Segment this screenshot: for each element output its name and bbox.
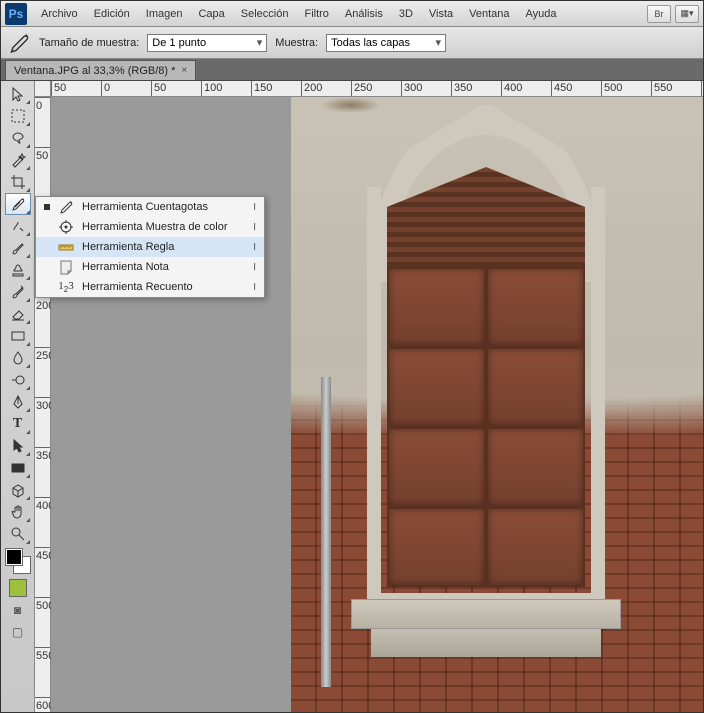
dodge-tool[interactable] (5, 369, 31, 391)
type-tool[interactable]: T (5, 413, 31, 435)
bridge-button[interactable]: Br (647, 5, 671, 23)
sample-size-label: Tamaño de muestra: (39, 37, 139, 49)
ps-logo-icon: Ps (5, 3, 27, 25)
eraser-tool[interactable] (5, 303, 31, 325)
stamp-tool[interactable] (5, 259, 31, 281)
sample-layers-label: Muestra: (275, 37, 318, 49)
move-tool[interactable] (5, 83, 31, 105)
tool-flyout-menu: Herramienta CuentagotasIHerramienta Mues… (35, 196, 265, 298)
zoom-tool[interactable] (5, 523, 31, 545)
screen-mode-button[interactable]: ▢ (7, 623, 29, 641)
healing-brush-tool[interactable] (5, 215, 31, 237)
magic-wand-tool[interactable] (5, 149, 31, 171)
menu-edición[interactable]: Edición (86, 4, 138, 24)
marquee-tool[interactable] (5, 105, 31, 127)
target-icon (58, 219, 74, 235)
quick-mask-button[interactable]: ◙ (7, 601, 29, 619)
menu-vista[interactable]: Vista (421, 4, 461, 24)
document-image (291, 97, 703, 712)
count-tool-item[interactable]: 123Herramienta RecuentoI (36, 277, 264, 297)
options-bar: Tamaño de muestra: De 1 punto Muestra: T… (1, 27, 703, 59)
color-sampler-tool-item[interactable]: Herramienta Muestra de colorI (36, 217, 264, 237)
workspace-switcher-button[interactable]: ▦▾ (675, 5, 699, 23)
menu-ventana[interactable]: Ventana (461, 4, 517, 24)
count-icon: 123 (58, 279, 74, 295)
menu-ayuda[interactable]: Ayuda (518, 4, 565, 24)
canvas-viewport[interactable] (51, 97, 703, 712)
document-tab[interactable]: Ventana.JPG al 33,3% (RGB/8) * × (5, 60, 196, 80)
horizontal-ruler[interactable]: 5005010015020025030035040045050055060065… (51, 81, 703, 97)
eyedropper-tool-item[interactable]: Herramienta CuentagotasI (36, 197, 264, 217)
color-swatch[interactable] (6, 549, 30, 573)
gradient-tool[interactable] (5, 325, 31, 347)
menubar: Ps ArchivoEdiciónImagenCapaSelecciónFilt… (1, 1, 703, 27)
canvas-area: 5005010015020025030035040045050055060065… (35, 81, 703, 712)
secondary-swatch[interactable] (9, 579, 27, 597)
ruler-icon (58, 239, 74, 255)
document-tab-bar: Ventana.JPG al 33,3% (RGB/8) * × (1, 59, 703, 81)
menu-3d[interactable]: 3D (391, 4, 421, 24)
document-tab-title: Ventana.JPG al 33,3% (RGB/8) * (14, 65, 175, 77)
sample-size-select[interactable]: De 1 punto (147, 34, 267, 52)
vertical-ruler[interactable]: 0501001502002503003504004505005506006507… (35, 97, 51, 712)
menu-filtro[interactable]: Filtro (296, 4, 336, 24)
menu-imagen[interactable]: Imagen (138, 4, 191, 24)
blur-tool[interactable] (5, 347, 31, 369)
eyedropper-icon (58, 199, 74, 215)
close-icon[interactable]: × (181, 65, 187, 76)
brush-tool[interactable] (5, 237, 31, 259)
toolbox: T ◙ ▢ (1, 81, 35, 712)
note-icon (58, 259, 74, 275)
eyedropper-tool[interactable] (5, 193, 31, 215)
ruler-origin[interactable] (35, 81, 51, 97)
pen-tool[interactable] (5, 391, 31, 413)
menu-análisis[interactable]: Análisis (337, 4, 391, 24)
3d-tool[interactable] (5, 479, 31, 501)
crop-tool[interactable] (5, 171, 31, 193)
active-tool-preset-icon[interactable] (7, 31, 31, 55)
menu-archivo[interactable]: Archivo (33, 4, 86, 24)
menu-capa[interactable]: Capa (190, 4, 232, 24)
hand-tool[interactable] (5, 501, 31, 523)
ruler-tool-item[interactable]: Herramienta ReglaI (36, 237, 264, 257)
shape-tool[interactable] (5, 457, 31, 479)
sample-layers-select[interactable]: Todas las capas (326, 34, 446, 52)
menu-selección[interactable]: Selección (233, 4, 297, 24)
path-selection-tool[interactable] (5, 435, 31, 457)
history-brush-tool[interactable] (5, 281, 31, 303)
lasso-tool[interactable] (5, 127, 31, 149)
note-tool-item[interactable]: Herramienta NotaI (36, 257, 264, 277)
